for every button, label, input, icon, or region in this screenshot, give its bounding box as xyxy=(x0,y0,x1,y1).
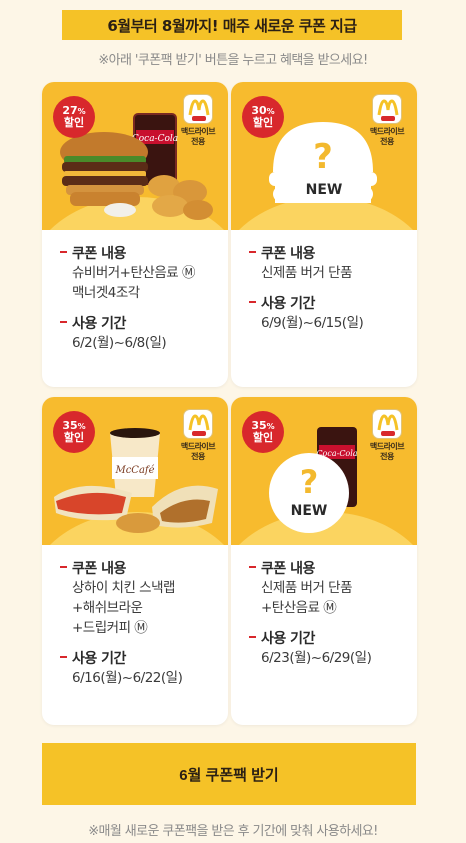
title-banner: 6월부터 8월까지! 매주 새로운 쿠폰 지급 xyxy=(62,10,402,40)
svg-text:McCafé: McCafé xyxy=(114,465,154,476)
coupon-content-line: 신제품 버거 단품 xyxy=(261,580,353,596)
discount-badge: 35% 할인 xyxy=(242,411,284,453)
coupon-card-4: Coca-Cola ? NEW 35% 할인 맥드라이브 전용 쿠폰 내용 신제품… xyxy=(231,397,417,725)
period-value: 6/9(월)~6/15(일) xyxy=(261,315,364,331)
coupon-card-3: McCafé 35% 할인 맥드라이브 전용 쿠폰 내용 상하이 치킨 스낵랩 +… xyxy=(42,397,228,725)
coupon-image-4: Coca-Cola ? NEW 35% 할인 맥드라이브 전용 xyxy=(231,397,417,545)
mcdrive-app-badge: 맥드라이브 전용 xyxy=(365,94,409,146)
svg-text:?: ? xyxy=(300,463,319,501)
coupon-card-2: ? NEW 30% 할인 맥드라이브 전용 쿠폰 내용 신제품 버거 단품 사용 … xyxy=(231,82,417,387)
new-label: NEW xyxy=(290,503,328,519)
coupon-content-line: 슈비버거+탄산음료 Ⓜ xyxy=(72,265,195,281)
banner-title: 6월부터 8월까지! 매주 새로운 쿠폰 지급 xyxy=(107,16,357,35)
period-heading: 사용 기간 xyxy=(249,628,417,648)
coupon-details: 쿠폰 내용 상하이 치킨 스낵랩 +해쉬브라운 +드립커피 Ⓜ 사용 기간 6/… xyxy=(42,545,228,688)
get-coupon-pack-button[interactable]: 6월 쿠폰팩 받기 xyxy=(42,743,416,805)
coupon-image-1: Coca-Cola 27% 할인 맥드라이브 전용 xyxy=(42,82,228,230)
coupon-content-line: +해쉬브라운 xyxy=(72,600,143,616)
mcdonalds-logo-icon xyxy=(372,94,402,124)
period-value: 6/16(월)~6/22(일) xyxy=(72,670,183,686)
discount-badge: 30% 할인 xyxy=(242,96,284,138)
period-heading: 사용 기간 xyxy=(249,293,417,313)
mcdrive-app-badge: 맥드라이브 전용 xyxy=(176,409,220,461)
coupon-content-line: +드립커피 Ⓜ xyxy=(72,620,148,636)
period-value: 6/23(월)~6/29(일) xyxy=(261,650,372,666)
coupon-content-line: +탄산음료 Ⓜ xyxy=(261,600,337,616)
top-notice: ※아래 '쿠폰팩 받기' 버튼을 누르고 혜택을 받으세요! xyxy=(98,53,368,68)
coupon-content-line: 상하이 치킨 스낵랩 xyxy=(72,580,175,596)
coupon-details: 쿠폰 내용 신제품 버거 단품 사용 기간 6/9(월)~6/15(일) xyxy=(231,230,417,333)
coupon-details: 쿠폰 내용 슈비버거+탄산음료 Ⓜ 맥너겟4조각 사용 기간 6/2(월)~6/… xyxy=(42,230,228,353)
coupon-content-heading: 쿠폰 내용 xyxy=(60,243,228,263)
mcdrive-app-badge: 맥드라이브 전용 xyxy=(365,409,409,461)
mcdonalds-logo-icon xyxy=(183,94,213,124)
coupon-content-heading: 쿠폰 내용 xyxy=(60,558,228,578)
mcdrive-app-badge: 맥드라이브 전용 xyxy=(176,94,220,146)
new-label: NEW xyxy=(305,182,343,198)
svg-text:?: ? xyxy=(313,137,333,177)
coupon-content-heading: 쿠폰 내용 xyxy=(249,558,417,578)
coupon-card-1: Coca-Cola 27% 할인 맥드라이브 전용 쿠폰 내용 슈비버거+탄산음… xyxy=(42,82,228,387)
mcdonalds-logo-icon xyxy=(183,409,213,439)
period-heading: 사용 기간 xyxy=(60,313,228,333)
coupon-image-2: ? NEW 30% 할인 맥드라이브 전용 xyxy=(231,82,417,230)
get-coupon-pack-label: 6월 쿠폰팩 받기 xyxy=(179,766,279,784)
discount-badge: 35% 할인 xyxy=(53,411,95,453)
coupon-content-heading: 쿠폰 내용 xyxy=(249,243,417,263)
period-heading: 사용 기간 xyxy=(60,648,228,668)
period-value: 6/2(월)~6/8(일) xyxy=(72,335,167,351)
coupon-image-3: McCafé 35% 할인 맥드라이브 전용 xyxy=(42,397,228,545)
bottom-notice: ※매월 새로운 쿠폰팩을 받은 후 기간에 맞춰 사용하세요! xyxy=(88,824,378,839)
coupon-details: 쿠폰 내용 신제품 버거 단품 +탄산음료 Ⓜ 사용 기간 6/23(월)~6/… xyxy=(231,545,417,668)
coupon-content-line: 신제품 버거 단품 xyxy=(261,265,353,281)
discount-badge: 27% 할인 xyxy=(53,96,95,138)
coupon-content-line: 맥너겟4조각 xyxy=(72,285,140,301)
mcdonalds-logo-icon xyxy=(372,409,402,439)
